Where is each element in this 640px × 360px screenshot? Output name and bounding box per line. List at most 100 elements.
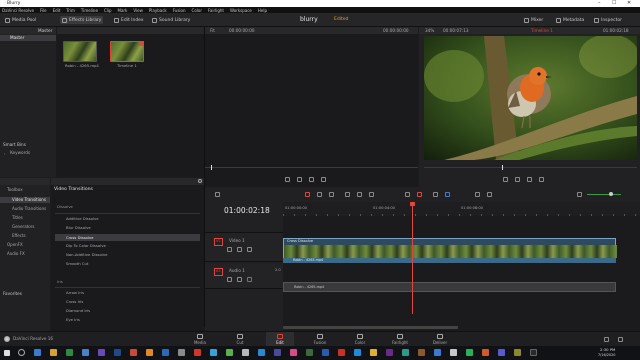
home-icon[interactable] xyxy=(604,337,609,342)
menu-color[interactable]: Color xyxy=(192,8,202,13)
page-fairlight[interactable]: Fairlight xyxy=(386,332,414,347)
video-clip[interactable]: Cross Dissolve xyxy=(283,238,617,258)
menu-davinci[interactable]: DaVinci Resolve xyxy=(2,8,34,13)
app-icon[interactable] xyxy=(450,349,457,356)
viewer-forward-icon[interactable] xyxy=(539,177,544,182)
app-icon[interactable] xyxy=(98,349,105,356)
app-icon[interactable] xyxy=(130,349,137,356)
windows-start-icon[interactable] xyxy=(4,350,10,356)
effects-library-button[interactable]: Effects Library xyxy=(60,16,104,24)
timeline-tracks[interactable]: Cross Dissolve Robin - 4265.mp4 Robin - … xyxy=(283,216,640,331)
flag-icon[interactable] xyxy=(433,192,438,197)
audio-mute-icon[interactable] xyxy=(247,277,252,282)
clip-thumbnail-robin[interactable] xyxy=(63,41,97,62)
volume-slider[interactable] xyxy=(587,194,621,195)
transition-arrow-iris[interactable]: Arrow Iris xyxy=(66,291,84,295)
snapping-icon[interactable] xyxy=(405,192,410,197)
category-titles[interactable]: Titles xyxy=(12,216,23,220)
source-playhead[interactable] xyxy=(211,165,212,170)
app-icon[interactable] xyxy=(386,349,393,356)
auto-select-icon[interactable] xyxy=(237,247,242,252)
menu-timeline[interactable]: Timeline xyxy=(81,8,98,13)
linked-selection-icon[interactable] xyxy=(417,192,422,197)
bin-item-master[interactable]: Master xyxy=(0,35,56,41)
smart-bin-keywords[interactable]: Keywords xyxy=(10,150,30,155)
transition-cross-iris[interactable]: Cross Iris xyxy=(66,300,83,304)
maximize-button[interactable]: ☐ xyxy=(612,0,616,7)
timeline-ruler[interactable]: 01:00:00:00 01:00:04:00 01:00:08:00 xyxy=(283,202,640,216)
app-icon[interactable] xyxy=(530,349,537,356)
menu-playback[interactable]: Playback xyxy=(149,8,167,13)
overwrite-clip-icon[interactable] xyxy=(357,192,362,197)
category-audio-fx[interactable]: Audio FX xyxy=(7,252,25,256)
menu-fusion[interactable]: Fusion xyxy=(173,8,186,13)
viewer-timeline-name[interactable]: Timeline 1 xyxy=(531,28,553,33)
transition-dip-to-color[interactable]: Dip To Color Dissolve xyxy=(66,244,106,248)
transition-additive-dissolve[interactable]: Additive Dissolve xyxy=(66,217,99,221)
replace-clip-icon[interactable] xyxy=(369,192,374,197)
source-scrubber[interactable] xyxy=(205,167,418,168)
app-icon[interactable] xyxy=(338,349,345,356)
file-explorer-icon[interactable] xyxy=(50,349,57,356)
chevron-right-icon[interactable]: › xyxy=(4,152,6,156)
zoom-out-icon[interactable] xyxy=(475,192,480,197)
menu-file[interactable]: File xyxy=(40,8,47,13)
transition-blur-dissolve[interactable]: Blur Dissolve xyxy=(66,226,91,230)
app-icon[interactable] xyxy=(354,349,361,356)
audio-auto-select-icon[interactable] xyxy=(237,277,242,282)
inspector-button[interactable]: Inspector xyxy=(592,16,624,24)
page-cut[interactable]: Cut xyxy=(226,332,254,347)
app-icon[interactable] xyxy=(306,349,313,356)
mixer-button[interactable]: Mixer xyxy=(522,16,545,24)
page-deliver[interactable]: Deliver xyxy=(426,332,454,347)
transition-eye-iris[interactable]: Eye Iris xyxy=(66,318,80,322)
transition-cross-dissolve[interactable]: Cross Dissolve xyxy=(55,234,200,241)
category-openfx[interactable]: OpenFX xyxy=(7,243,23,247)
menu-mark[interactable]: Mark xyxy=(118,8,128,13)
blade-tool-icon[interactable] xyxy=(329,192,334,197)
transition-non-additive[interactable]: Non-Additive Dissolve xyxy=(66,253,108,257)
source-stop-icon[interactable] xyxy=(297,177,302,182)
volume-slider-handle[interactable] xyxy=(609,192,613,196)
track-visibility-icon[interactable] xyxy=(247,247,252,252)
transition-smooth-cut[interactable]: Smooth Cut xyxy=(66,262,88,266)
settings-icon[interactable] xyxy=(618,337,623,342)
playhead-handle[interactable] xyxy=(409,202,415,206)
page-color[interactable]: Color xyxy=(346,332,374,347)
app-icon[interactable] xyxy=(258,349,265,356)
menu-edit[interactable]: Edit xyxy=(53,8,61,13)
view-options-icon[interactable] xyxy=(215,192,220,197)
menu-view[interactable]: View xyxy=(133,8,143,13)
taskbar-date[interactable]: 7/16/2020 xyxy=(598,353,615,357)
source-forward-icon[interactable] xyxy=(321,177,326,182)
app-icon[interactable] xyxy=(146,349,153,356)
search-taskbar-icon[interactable] xyxy=(18,349,25,356)
app-icon[interactable] xyxy=(162,349,169,356)
category-audio-transitions[interactable]: Audio Transitions xyxy=(12,207,46,211)
app-icon[interactable] xyxy=(466,349,473,356)
viewer-rewind-icon[interactable] xyxy=(503,177,508,182)
timeline-scrollbar[interactable] xyxy=(283,326,458,329)
taskbar-time[interactable]: 2:30 PM xyxy=(600,348,615,352)
app-icon[interactable] xyxy=(418,349,425,356)
page-fusion[interactable]: Fusion xyxy=(306,332,334,347)
app-icon[interactable] xyxy=(178,349,185,356)
page-edit[interactable]: Edit xyxy=(266,332,294,347)
page-media[interactable]: Media xyxy=(186,332,214,347)
selection-tool-icon[interactable] xyxy=(305,192,310,197)
menu-fairlight[interactable]: Fairlight xyxy=(208,8,224,13)
category-video-transitions[interactable]: Video Transitions xyxy=(0,197,50,203)
app-icon[interactable] xyxy=(66,349,73,356)
video-track-tag[interactable]: V1 xyxy=(214,238,223,246)
app-icon[interactable] xyxy=(402,349,409,356)
menu-help[interactable]: Help xyxy=(258,8,267,13)
menu-trim[interactable]: Trim xyxy=(66,8,75,13)
transition-diamond-iris[interactable]: Diamond Iris xyxy=(66,309,90,313)
trim-tool-icon[interactable] xyxy=(317,192,322,197)
app-icon[interactable] xyxy=(274,349,281,356)
sound-library-button[interactable]: Sound Library xyxy=(150,16,192,24)
category-generators[interactable]: Generators xyxy=(12,225,34,229)
insert-clip-icon[interactable] xyxy=(345,192,350,197)
app-icon[interactable] xyxy=(322,349,329,356)
app-icon[interactable] xyxy=(82,349,89,356)
